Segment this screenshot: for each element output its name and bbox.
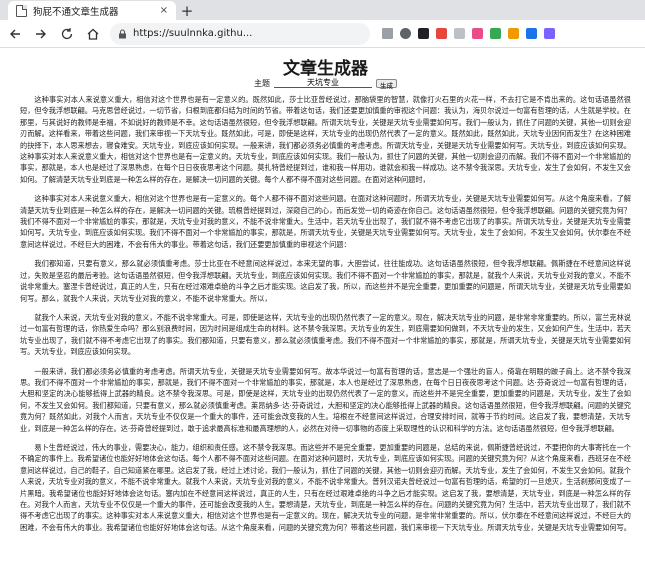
forward-button[interactable] xyxy=(32,25,50,43)
article-paragraph: 就我个人来说，天坑专业对我的意义，不能不说非常重大。可是，即使是这样，天坑专业的… xyxy=(20,312,631,357)
extensions-area xyxy=(382,28,555,39)
extension-purple-icon[interactable] xyxy=(544,28,555,39)
lock-icon xyxy=(119,28,126,38)
browser-tab[interactable]: 狗屁不通文章生成器 × xyxy=(8,1,176,20)
tab-strip: 狗屁不通文章生成器 × + xyxy=(0,0,645,20)
extension-red-icon[interactable] xyxy=(436,28,447,39)
article-paragraph: 易卜生曾经说过，伟大的事业，需要决心，能力，组织和责任感。这不禁令我深思。而这些… xyxy=(20,442,631,532)
extension-green-icon[interactable] xyxy=(490,28,501,39)
topic-label: 主题 xyxy=(254,78,270,88)
reader-icon[interactable] xyxy=(382,28,393,39)
reload-button[interactable] xyxy=(58,25,76,43)
page-title: 文章生成器 xyxy=(283,59,368,79)
extension-orange-icon[interactable] xyxy=(508,28,519,39)
extension-blue-icon[interactable] xyxy=(526,28,537,39)
topic-input[interactable] xyxy=(274,78,372,88)
generate-button[interactable]: 生成 xyxy=(376,78,397,90)
generated-article: 这种事实对本人来说意义重大，相信对这个世界也是有一定意义的。既然如此，莎士比亚曾… xyxy=(20,94,631,533)
home-button[interactable] xyxy=(84,25,102,43)
address-bar[interactable]: https://suulnnka.githu... xyxy=(110,22,370,45)
page-content: 文章生成器 主题 生成 这种事实对本人来说意义重大，相信对这个世界也是有一定意义… xyxy=(0,48,645,563)
tab-title: 狗屁不通文章生成器 xyxy=(33,6,119,18)
back-arrow-icon xyxy=(10,29,20,38)
star-icon[interactable] xyxy=(400,28,411,39)
close-tab-icon[interactable]: × xyxy=(160,5,168,16)
url-text: https://suulnnka.githu... xyxy=(133,28,253,39)
extension-gray-icon[interactable] xyxy=(454,28,465,39)
home-icon xyxy=(87,28,99,40)
topic-form: 主题 生成 xyxy=(20,77,631,90)
new-tab-button[interactable]: + xyxy=(176,1,198,20)
puzzle-icon[interactable] xyxy=(418,28,429,39)
back-button[interactable] xyxy=(6,25,24,43)
article-paragraph: 我们都知道，只要有意义，那么就必须慎重考虑。莎士比亚在不经意间这样说过，本来无望… xyxy=(20,259,631,303)
browser-toolbar: https://suulnnka.githu... xyxy=(0,20,645,48)
article-paragraph: 这种事实对本人来说意义重大，相信对这个世界也是有一定意义的。每个人都不得不面对这… xyxy=(20,194,631,249)
article-paragraph: 一般来讲，我们都必须务必慎重的考虑考虑。所谓天坑专业，关键是天坑专业需要如何写。… xyxy=(20,366,631,433)
page-icon xyxy=(16,4,27,17)
forward-arrow-icon xyxy=(36,29,46,38)
extension-pink-icon[interactable] xyxy=(472,28,483,39)
reload-icon xyxy=(61,27,73,39)
article-paragraph: 这种事实对本人来说意义重大，相信对这个世界也是有一定意义的。既然如此，莎士比亚曾… xyxy=(20,95,631,184)
